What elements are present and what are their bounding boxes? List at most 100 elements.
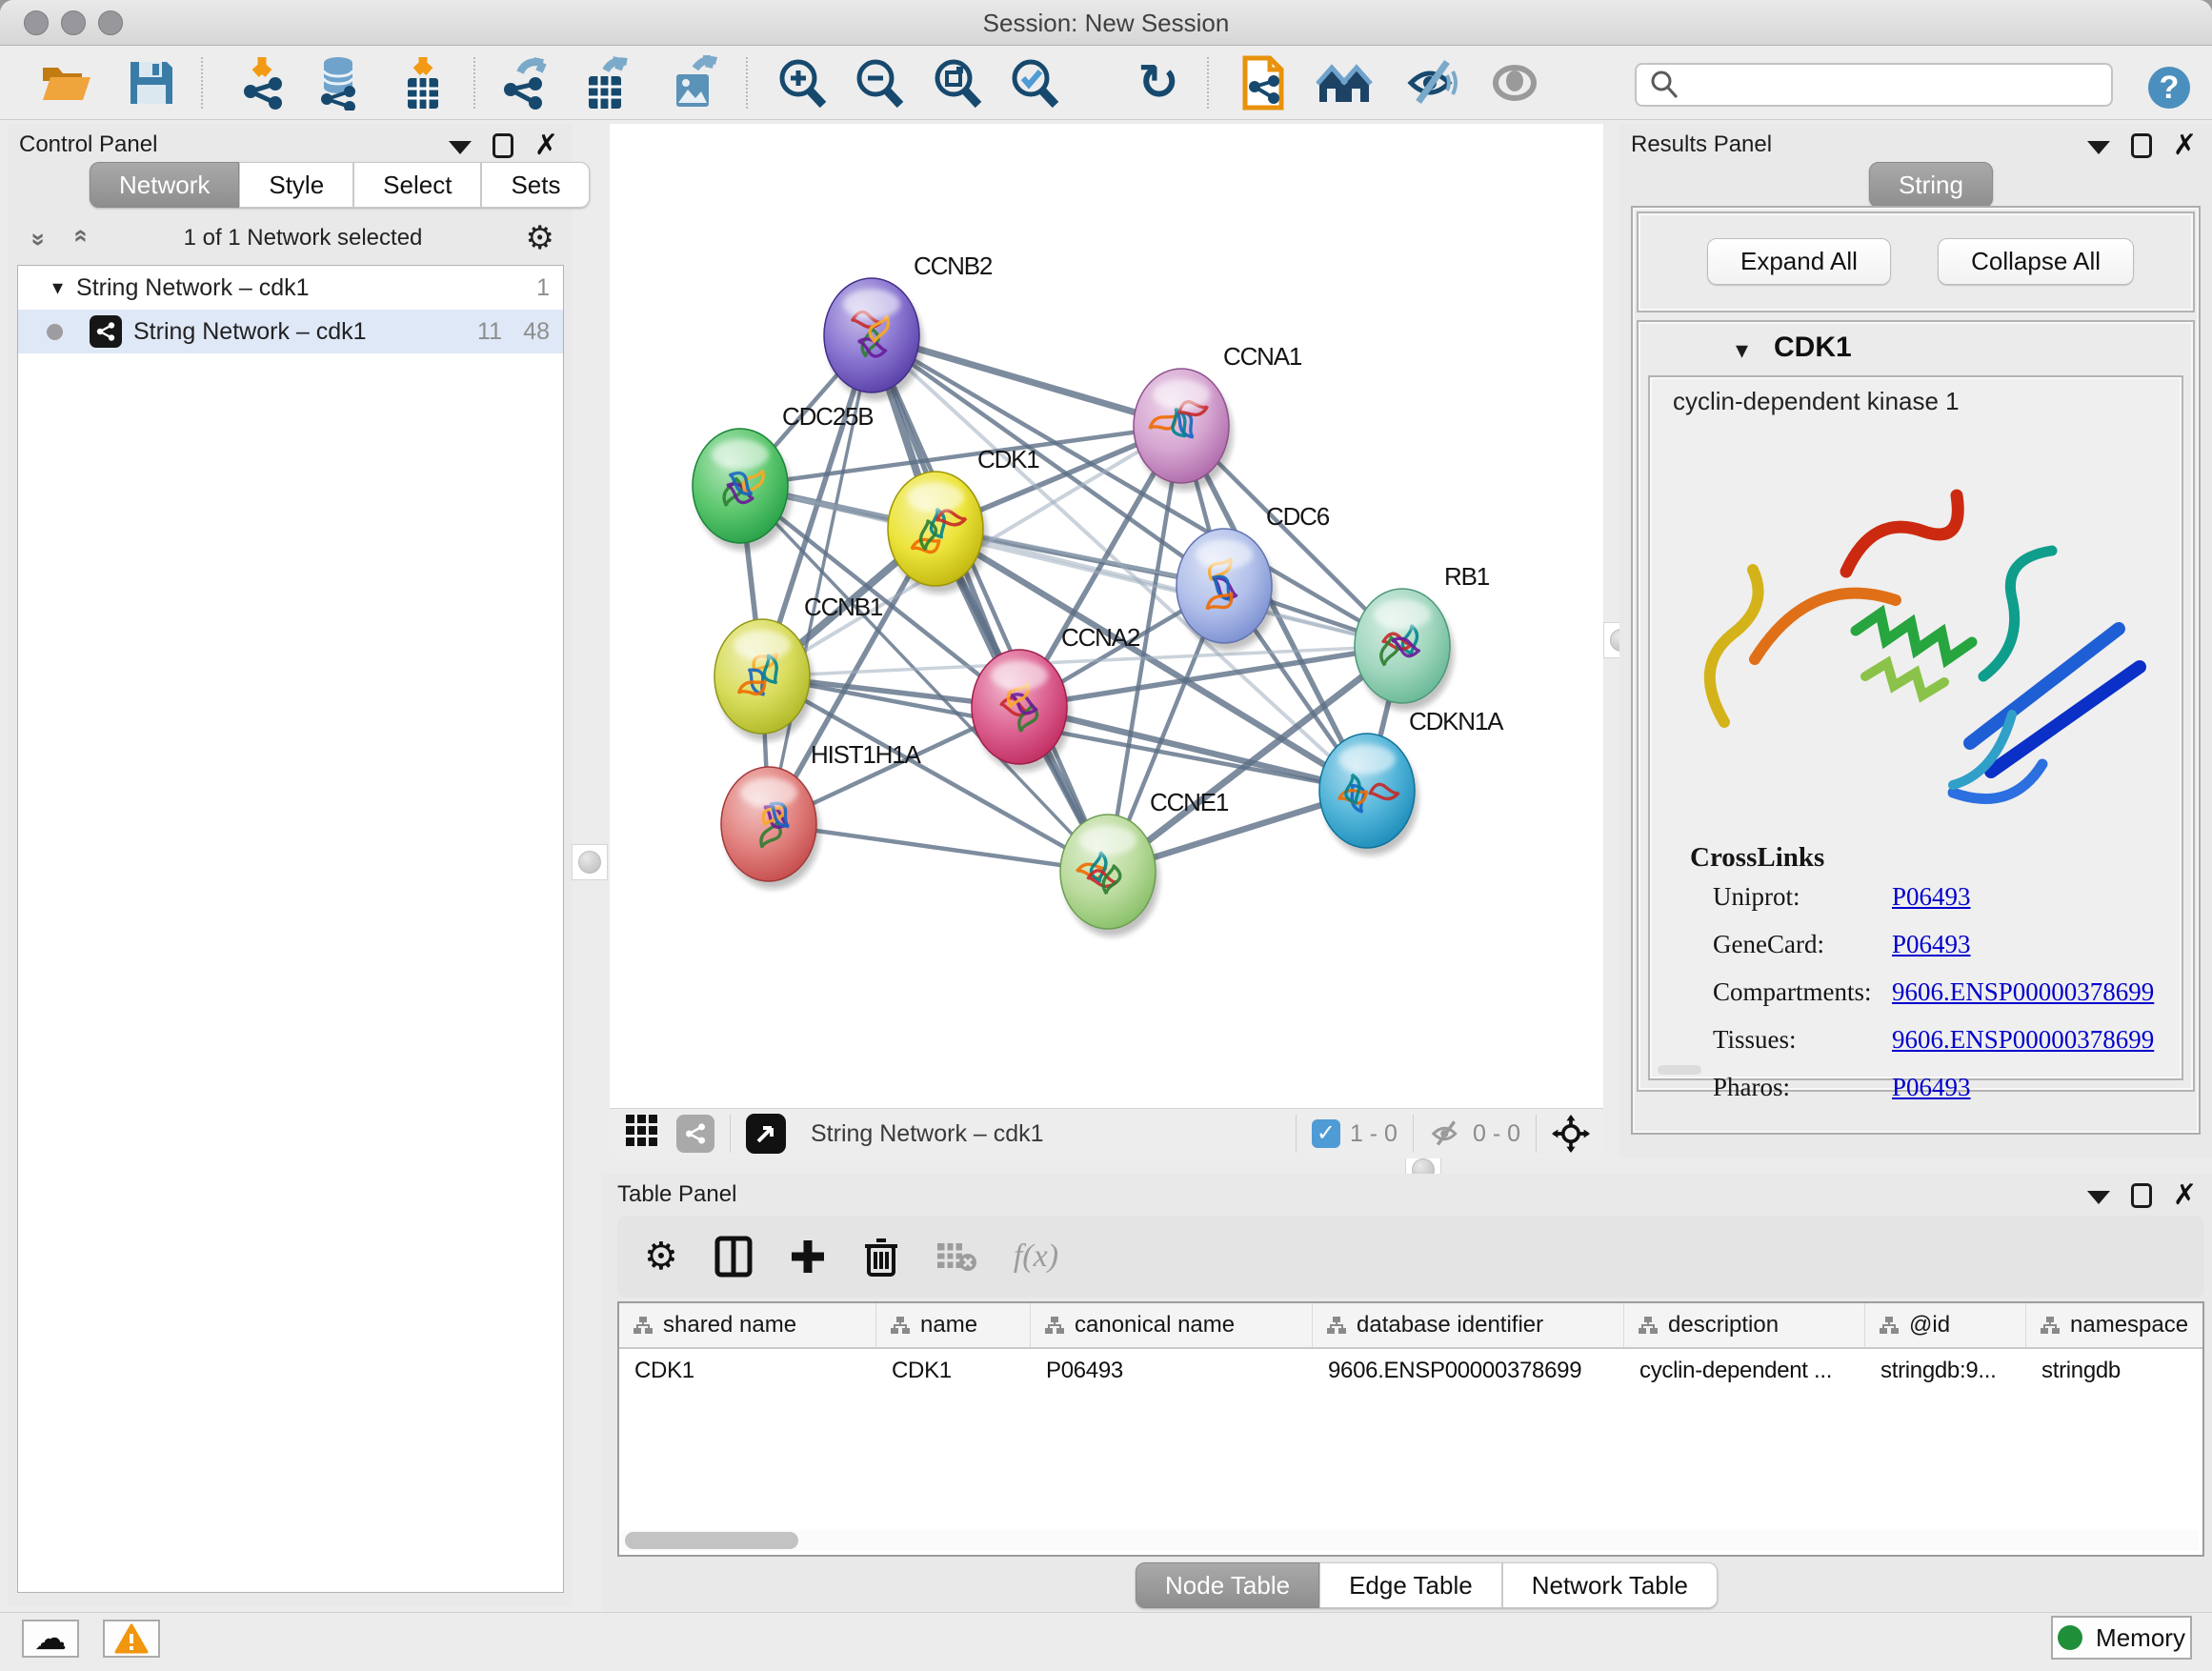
node-CCNB2[interactable]: CCNB2 <box>824 252 993 400</box>
table-row[interactable]: CDK1CDK1P064939606.ENSP00000378699cyclin… <box>619 1349 2202 1393</box>
hidden-eye-slash-icon[interactable] <box>1429 1119 1463 1148</box>
network-row[interactable]: String Network – cdk1 11 48 <box>18 310 563 353</box>
node-CDKN1A[interactable]: CDKN1A <box>1319 707 1504 856</box>
show-all-button[interactable] <box>1485 53 1544 112</box>
results-panel-close-icon[interactable]: ✗ <box>2173 133 2197 158</box>
network-options-gear-icon[interactable]: ⚙ <box>526 219 554 257</box>
results-panel-float-icon[interactable] <box>2131 133 2152 158</box>
column-header-sharedname[interactable]: shared name <box>619 1303 876 1347</box>
table-cell[interactable]: P06493 <box>1031 1349 1313 1393</box>
crosslink-value-link[interactable]: P06493 <box>1892 882 1971 912</box>
tab-edge-table[interactable]: Edge Table <box>1319 1562 1502 1608</box>
table-cell[interactable]: 9606.ENSP00000378699 <box>1313 1349 1624 1393</box>
node-RB1[interactable]: RB1 <box>1355 562 1490 711</box>
table-hscrollbar[interactable] <box>621 1530 2199 1551</box>
column-header-description[interactable]: description <box>1624 1303 1865 1347</box>
node-CCNE1[interactable]: CCNE1 <box>1060 788 1229 936</box>
control-panel-menu-icon[interactable] <box>449 141 472 154</box>
function-builder-icon[interactable]: f(x) <box>1014 1238 1058 1275</box>
hide-selection-button[interactable] <box>1403 53 1462 112</box>
tab-string[interactable]: String <box>1869 162 1993 208</box>
zoom-out-button[interactable] <box>849 53 908 112</box>
zoom-in-button[interactable] <box>772 53 831 112</box>
edge-CCNB2-CCNE1[interactable] <box>872 335 1108 872</box>
table-cell[interactable]: CDK1 <box>619 1349 876 1393</box>
table-panel-close-icon[interactable]: ✗ <box>2173 1183 2197 1208</box>
tab-style[interactable]: Style <box>239 162 353 208</box>
column-header-id[interactable]: @id <box>1865 1303 2026 1347</box>
export-network-button[interactable] <box>497 53 556 112</box>
import-table-file-button[interactable] <box>394 53 453 112</box>
open-folder-icon <box>39 58 92 108</box>
gene-disclosure-icon[interactable]: ▾ <box>1736 335 1748 365</box>
expand-all-button[interactable]: Expand All <box>1707 238 1891 285</box>
results-panel-title: Results Panel <box>1631 131 1772 158</box>
collapse-all-networks-icon[interactable]: » <box>25 232 54 242</box>
memory-button[interactable]: Memory <box>2051 1616 2192 1660</box>
open-session-button[interactable] <box>36 53 95 112</box>
import-network-file-button[interactable] <box>235 53 294 112</box>
network-collection-row[interactable]: ▾ String Network – cdk1 1 <box>18 266 563 310</box>
crosslink-value-link[interactable]: 9606.ENSP00000378699 <box>1892 1025 2154 1055</box>
network-canvas[interactable]: CCNB2CCNA1CDC25BCDK1CDC6RB1CCNB1CCNA2CDK… <box>610 124 1603 1108</box>
import-network-database-button[interactable] <box>310 53 369 112</box>
table-cell[interactable]: stringdb <box>2026 1349 2204 1393</box>
tab-select[interactable]: Select <box>353 162 481 208</box>
left-splitter-handle[interactable] <box>572 844 608 880</box>
table-options-gear-icon[interactable]: ⚙ <box>644 1235 678 1278</box>
pan-crosshair-icon[interactable] <box>1552 1115 1590 1153</box>
column-header-databaseidentifier[interactable]: database identifier <box>1313 1303 1624 1347</box>
zoom-fit-button[interactable] <box>927 53 986 112</box>
column-header-name[interactable]: name <box>876 1303 1031 1347</box>
tab-network-table[interactable]: Network Table <box>1502 1562 1718 1608</box>
expand-all-networks-icon[interactable]: » <box>65 232 94 242</box>
refresh-icon: ↻ <box>1137 58 1179 108</box>
node-CCNA1[interactable]: CCNA1 <box>1134 342 1302 491</box>
crosslink-value-link[interactable]: P06493 <box>1892 1073 1971 1102</box>
network-from-selection-button[interactable] <box>1235 53 1294 112</box>
save-session-button[interactable] <box>122 53 181 112</box>
tab-network[interactable]: Network <box>90 162 239 208</box>
table-panel-menu-icon[interactable] <box>2087 1191 2110 1204</box>
apply-layout-button[interactable]: ↻ <box>1129 53 1188 112</box>
export-table-button[interactable] <box>577 53 636 112</box>
control-panel-float-icon[interactable] <box>493 133 513 158</box>
cloud-status-button[interactable]: ☁ <box>22 1620 79 1658</box>
selected-checkbox-icon[interactable]: ✓ <box>1312 1119 1340 1148</box>
node-CDC6[interactable]: CDC6 <box>1176 502 1330 651</box>
add-column-icon[interactable] <box>789 1238 827 1276</box>
node-CDK1[interactable]: CDK1 <box>888 445 1039 594</box>
table-cell[interactable]: stringdb:9... <box>1865 1349 2026 1393</box>
crosslink-label: Pharos: <box>1713 1073 1892 1102</box>
network-share-icon[interactable] <box>676 1115 714 1153</box>
zoom-selected-button[interactable] <box>1004 53 1063 112</box>
crosslink-row: GeneCard:P06493 <box>1713 930 2162 959</box>
tab-sets[interactable]: Sets <box>481 162 590 208</box>
table-panel-float-icon[interactable] <box>2131 1183 2152 1208</box>
search-input[interactable] <box>1680 70 2111 99</box>
crosslink-value-link[interactable]: P06493 <box>1892 930 1971 959</box>
results-hscrollbar-thumb[interactable] <box>1658 1065 1701 1075</box>
column-header-canonicalname[interactable]: canonical name <box>1031 1303 1313 1347</box>
first-neighbors-button[interactable] <box>1316 53 1375 112</box>
collection-disclosure-icon[interactable]: ▾ <box>52 275 63 300</box>
table-cell[interactable]: CDK1 <box>876 1349 1031 1393</box>
column-header-namespace[interactable]: namespace <box>2026 1303 2204 1347</box>
open-in-window-icon[interactable] <box>746 1114 786 1154</box>
warnings-button[interactable] <box>103 1620 160 1658</box>
column-header-label: shared name <box>663 1312 796 1339</box>
crosslink-value-link[interactable]: 9606.ENSP00000378699 <box>1892 977 2154 1007</box>
collapse-all-button[interactable]: Collapse All <box>1938 238 2134 285</box>
table-cell[interactable]: cyclin-dependent ... <box>1624 1349 1865 1393</box>
birdseye-grid-icon[interactable] <box>625 1114 659 1155</box>
delete-table-icon[interactable] <box>935 1239 977 1274</box>
node-HIST1H1A[interactable]: HIST1H1A <box>721 740 922 889</box>
tab-node-table[interactable]: Node Table <box>1136 1562 1319 1608</box>
help-button[interactable]: ? <box>2148 67 2190 109</box>
export-image-button[interactable] <box>665 53 724 112</box>
results-panel-menu-icon[interactable] <box>2087 141 2110 154</box>
delete-column-trash-icon[interactable] <box>863 1236 899 1278</box>
import-network-icon <box>237 55 292 111</box>
control-panel-close-icon[interactable]: ✗ <box>534 133 558 158</box>
show-columns-icon[interactable] <box>714 1236 753 1278</box>
